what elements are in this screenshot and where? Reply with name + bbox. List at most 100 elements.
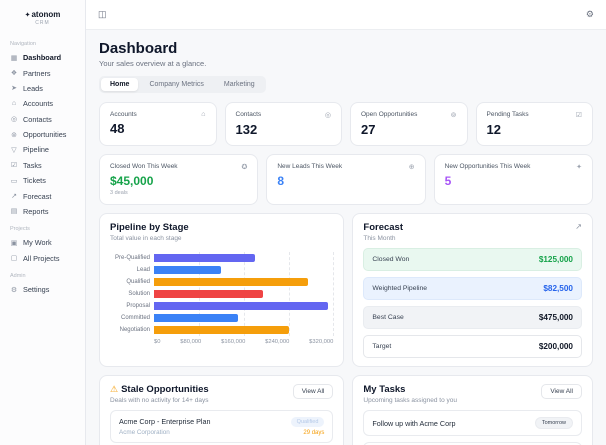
sidebar-item-all-projects[interactable]: ▢ All Projects [0,251,85,266]
chart-bar-proposal [154,302,328,310]
task-item-title: Follow up with Acme Corp [372,418,456,428]
sidebar-item-opportunities[interactable]: ⊚ Opportunities [0,127,85,142]
chart-x-tick-label: $0 [154,339,161,345]
stale-items-list: Acme Corp - Enterprise Plan Acme Corporat… [110,410,334,445]
stat-card-value: 132 [235,122,258,137]
chart-category-label: Lead [136,267,150,273]
reports-icon: ▤ [10,208,18,216]
settings-gear-icon[interactable]: ⚙ [586,9,594,20]
sidebar-item-pipeline[interactable]: ▽ Pipeline [0,142,85,157]
forecast-card: Forecast This Month ↗ Closed Won $125,000… [352,213,593,367]
contacts-icon: ◎ [10,116,18,124]
forecast-row-value: $200,000 [538,342,573,351]
highlight-card-label: New Opportunities This Week [444,163,531,170]
highlight-card-sub [277,190,414,196]
dashboard-icon: ▦ [10,54,18,62]
chart-x-tick-label: $160,000 [221,339,246,345]
stale-item-title: Acme Corp - Enterprise Plan [119,417,211,426]
new-opportunities-week-icon: ✦ [576,164,582,171]
sidebar-item-label: Partners [23,68,51,78]
opportunities-icon: ⊚ [11,131,17,139]
sidebar-item-label: Contacts [23,114,52,124]
task-item[interactable]: Follow up with Acme Corp Tomorrow [363,410,582,436]
partners-icon: ❖ [10,70,18,78]
sidebar-item-label: Pipeline [23,145,49,155]
forecast-title: Forecast [363,222,403,233]
chart-category-label: Proposal [126,303,150,309]
sidebar-item-my-work[interactable]: ▣ My Work [0,235,85,250]
page-title: Dashboard [99,40,178,57]
chart-bar-pre-qualified [154,254,255,262]
task-items-list: Follow up with Acme CorpTomorrowPrepare … [363,410,582,445]
highlight-card-value: 8 [277,174,285,188]
leads-icon: ➤ [11,85,17,93]
highlight-card-label: New Leads This Week [277,163,343,170]
tab-marketing[interactable]: Marketing [215,78,264,91]
highlight-card-new-opportunities-week: New Opportunities This Week ✦ 5 [433,154,593,205]
sidebar-item-label: Forecast [23,191,52,201]
sidebar-item-tickets[interactable]: ▭ Tickets [0,173,85,188]
page-subtitle: Your sales overview at a glance. [99,59,207,68]
chart-bar-lead [154,266,222,274]
sidebar-item-partners[interactable]: ❖ Partners [0,65,85,80]
chart-bar-row [154,264,333,276]
sidebar-item-label: All Projects [23,253,60,263]
tickets-icon: ▭ [10,177,18,185]
my-work-icon: ▣ [10,239,18,247]
task-due-badge: Tomorrow [534,417,573,429]
sidebar-item-contacts[interactable]: ◎ Contacts [0,112,85,127]
closed-won-week-icon: ✪ [241,164,248,171]
sidebar: ✦atonom CRM Navigation ▦ Dashboard ❖ Partner… [0,0,86,445]
sidebar-item-label: Settings [23,285,50,295]
chart-y-labels: Pre-Qualified Lead Qualified Solution Propos… [110,252,154,336]
chart-bar-negotiation [154,326,289,334]
sidebar-item-label: Tasks [23,160,42,170]
accounts-icon: ⌂ [11,100,17,108]
atonom-logo-icon: ✦ [24,12,31,19]
tab-home[interactable]: Home [101,78,139,91]
sidebar-item-dashboard[interactable]: ▦ Dashboard [0,50,85,65]
sidebar-item-label: Reports [23,206,49,216]
highlight-card-sub [445,190,582,196]
new-leads-week-icon: ⊕ [408,164,415,171]
sidebar-item-settings[interactable]: ⚙ Settings [0,282,85,297]
highlight-card-label: Closed Won This Week [110,163,178,170]
sidebar-item-label: Dashboard [23,53,62,63]
sidebar-toggle-icon[interactable]: ◫ [98,9,107,20]
forecast-row-closed-won: Closed Won $125,000 [363,248,582,271]
tasks-view-all-button[interactable]: View All [541,384,582,399]
forecast-row-value: $82,500 [543,284,573,293]
settings-icon: ⚙ [10,286,18,294]
chart-gridline [333,252,335,336]
tab-company-metrics[interactable]: Company Metrics [140,78,212,91]
sidebar-item-leads[interactable]: ➤ Leads [0,81,85,96]
highlight-cards-row: Closed Won This Week ✪ $45,000 3 deals New L… [99,154,593,205]
chart-x-tick-label: $80,000 [180,339,202,345]
chart-category-label: Negotiation [119,327,150,333]
highlight-card-new-leads-week: New Leads This Week ⊕ 8 [266,154,426,205]
forecast-row-label: Target [372,343,392,350]
stat-card-value: 12 [486,122,501,137]
forecast-row-target: Target $200,000 [363,335,582,358]
sidebar-item-label: Accounts [23,99,54,109]
sidebar-item-forecast[interactable]: ↗ Forecast [0,188,85,203]
chart-bar-row [154,324,333,336]
sidebar-item-reports[interactable]: ▤ Reports [0,204,85,219]
highlight-card-value: 5 [444,174,452,188]
forecast-row-value: $475,000 [538,313,573,322]
chart-x-tick-label: $240,000 [265,339,290,345]
stale-title: Stale Opportunities [121,384,209,395]
forecast-subtitle: This Month [363,235,396,242]
stage-badge: Qualified [290,417,325,427]
stale-opportunity-item[interactable]: Acme Corp - Enterprise Plan Acme Corporat… [110,410,334,443]
chart-category-label: Committed [120,315,150,321]
stale-view-all-button[interactable]: View All [292,384,334,399]
pipeline-by-stage-card: Pipeline by Stage Total value in each st… [99,213,345,367]
chart-bar-qualified [154,278,309,286]
sidebar-section-label: Projects [10,226,30,233]
stat-card-accounts: Accounts ⌂ 48 [99,102,217,146]
stat-card-label: Accounts [110,111,137,118]
stat-card-label: Contacts [235,111,262,118]
sidebar-item-tasks[interactable]: ☑ Tasks [0,158,85,173]
sidebar-item-accounts[interactable]: ⌂ Accounts [0,96,85,111]
